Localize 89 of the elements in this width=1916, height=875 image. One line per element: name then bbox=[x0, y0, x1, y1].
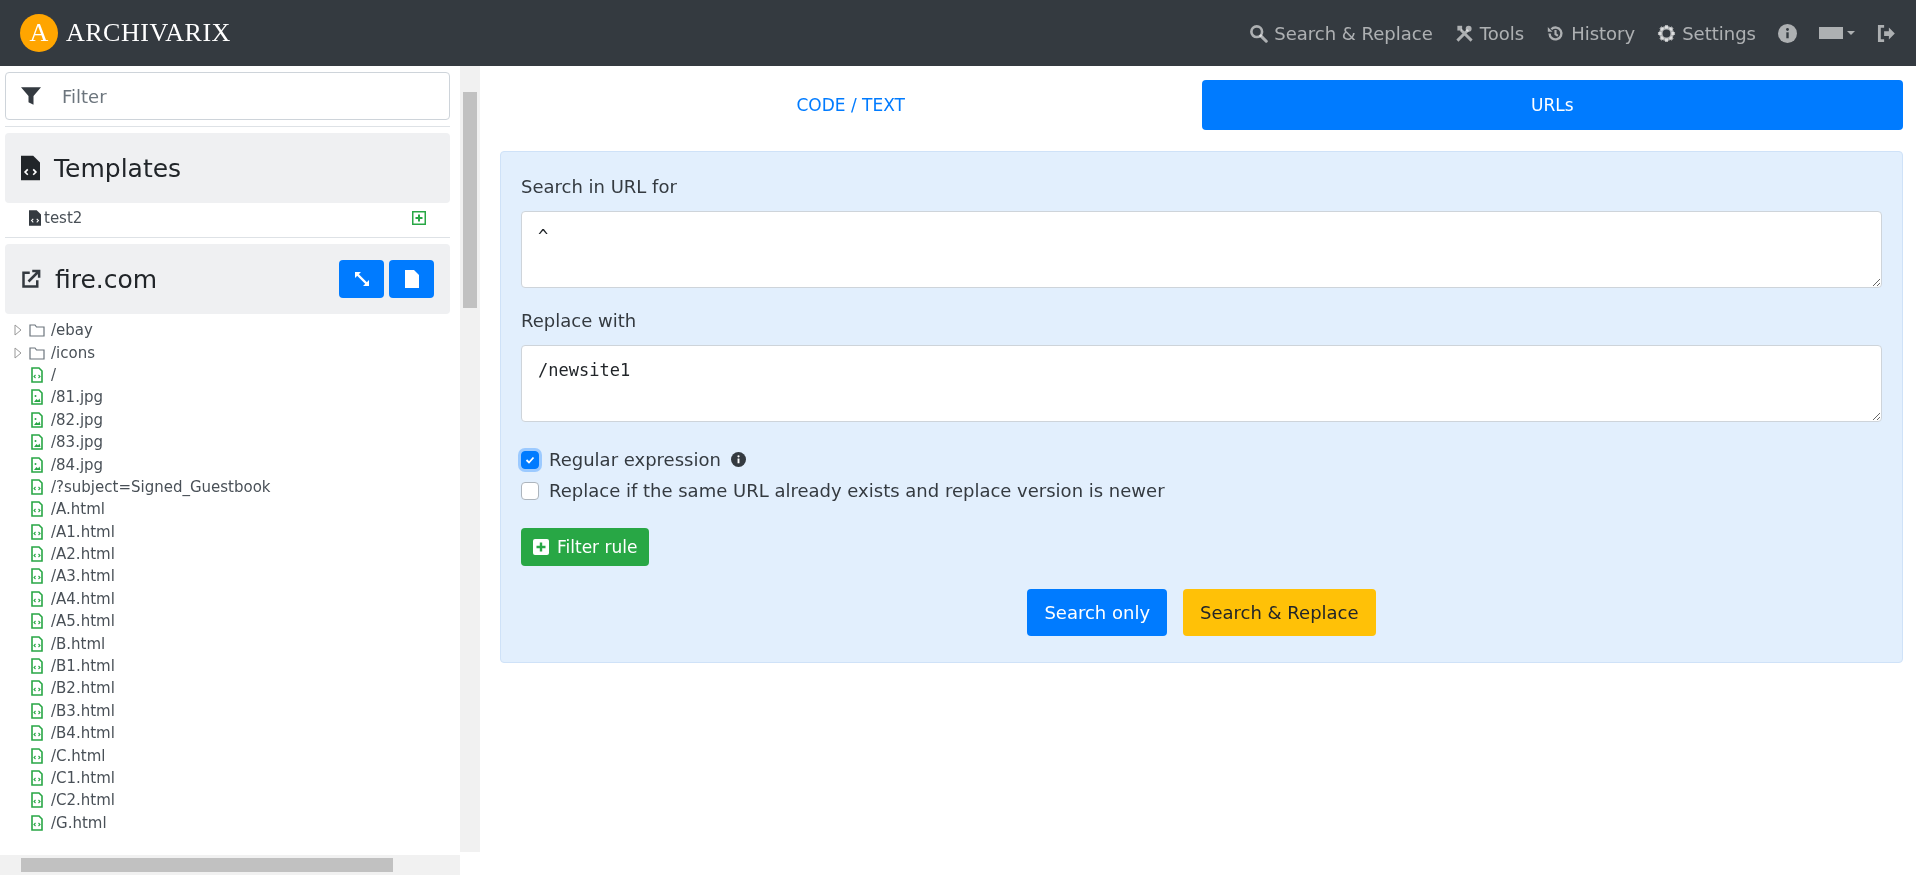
checkbox-label[interactable]: Regular expression bbox=[549, 449, 721, 470]
caret-right-icon[interactable] bbox=[13, 324, 23, 337]
nav-link[interactable]: Tools bbox=[1454, 22, 1525, 44]
search-field[interactable]: ^ bbox=[521, 211, 1882, 288]
tree-item[interactable]: /A3.html bbox=[51, 567, 115, 586]
tree-item[interactable]: /81.jpg bbox=[51, 388, 104, 407]
nav-link[interactable]: History bbox=[1546, 22, 1636, 44]
tree-item[interactable]: /A5.html bbox=[51, 612, 115, 631]
folder-icon bbox=[29, 322, 45, 339]
tree-item[interactable]: /C2.html bbox=[51, 791, 115, 810]
image-file-icon bbox=[29, 411, 45, 428]
tree-item[interactable]: /83.jpg bbox=[51, 433, 104, 452]
tree-item[interactable]: /A2.html bbox=[51, 545, 115, 564]
tree-item[interactable]: /A4.html bbox=[51, 589, 115, 608]
new-file-button[interactable] bbox=[389, 260, 434, 298]
folder-icon bbox=[29, 344, 45, 361]
code-file-icon bbox=[29, 725, 45, 742]
expand-button[interactable] bbox=[339, 260, 384, 298]
tree-item[interactable]: /ebay bbox=[51, 321, 93, 340]
replace-field[interactable]: /newsite1 bbox=[521, 345, 1882, 422]
tree-item[interactable]: /B1.html bbox=[51, 657, 115, 676]
external-link-icon bbox=[21, 269, 41, 289]
settings-icon bbox=[1657, 23, 1677, 43]
checkbox[interactable] bbox=[521, 481, 539, 500]
tree-item[interactable]: /84.jpg bbox=[51, 455, 104, 474]
expand-icon bbox=[353, 271, 370, 287]
file-icon bbox=[404, 270, 419, 288]
nav-link[interactable]: Search & Replace bbox=[1249, 22, 1433, 44]
tab[interactable]: URLs bbox=[1201, 80, 1903, 130]
code-file-icon bbox=[29, 792, 45, 809]
tree-item[interactable]: /C.html bbox=[51, 746, 106, 765]
caret-right-icon[interactable] bbox=[13, 346, 23, 359]
checkbox-label[interactable]: Replace if the same URL already exists and replace version is newer bbox=[549, 480, 1165, 501]
field-label: Replace with bbox=[521, 310, 638, 331]
search-icon bbox=[1249, 23, 1269, 43]
code-file-icon bbox=[29, 635, 45, 652]
code-file-icon bbox=[29, 658, 45, 675]
info-icon[interactable] bbox=[730, 452, 746, 467]
tree-item[interactable]: /A.html bbox=[51, 500, 105, 519]
tree-item[interactable]: /B2.html bbox=[51, 679, 115, 698]
tree-item[interactable]: /B.html bbox=[51, 634, 106, 653]
code-file-icon bbox=[21, 155, 40, 181]
section-title: Templates bbox=[54, 153, 182, 183]
code-file-icon bbox=[29, 366, 45, 383]
image-file-icon bbox=[29, 389, 45, 406]
code-file-icon bbox=[29, 770, 45, 786]
code-file-icon bbox=[29, 523, 45, 540]
tree-item[interactable]: /C1.html bbox=[51, 769, 115, 787]
horizontal-scrollbar[interactable] bbox=[0, 855, 460, 875]
vertical-scrollbar[interactable] bbox=[460, 66, 480, 852]
code-file-icon bbox=[29, 210, 41, 226]
nav-link[interactable]: Settings bbox=[1657, 22, 1756, 44]
history-icon bbox=[1546, 23, 1566, 43]
tree-item[interactable]: /?subject=Signed_Guestbook bbox=[51, 477, 271, 496]
template-item[interactable]: test2 bbox=[44, 209, 83, 227]
tree-item[interactable]: /B4.html bbox=[51, 724, 115, 743]
code-file-icon bbox=[29, 590, 45, 607]
tree-item[interactable]: /G.html bbox=[51, 813, 107, 832]
code-file-icon bbox=[29, 478, 45, 495]
tab[interactable]: CODE / TEXT bbox=[500, 80, 1202, 130]
search-button[interactable]: Search only bbox=[1027, 589, 1168, 636]
tree-item[interactable]: /icons bbox=[51, 343, 95, 362]
language-dropdown-icon[interactable] bbox=[1819, 25, 1855, 41]
add-icon bbox=[533, 539, 549, 555]
filter-field[interactable]: Filter bbox=[5, 72, 450, 120]
code-file-icon bbox=[29, 702, 45, 719]
info-icon[interactable] bbox=[1778, 23, 1797, 43]
tree-item[interactable]: /A1.html bbox=[51, 522, 115, 541]
tools-icon bbox=[1454, 23, 1474, 43]
code-file-icon bbox=[29, 546, 45, 563]
brand-name[interactable]: ARCHIVARIX bbox=[66, 18, 231, 48]
code-file-icon bbox=[29, 680, 45, 697]
code-file-icon bbox=[29, 747, 45, 764]
checkbox[interactable] bbox=[521, 450, 539, 469]
code-file-icon bbox=[29, 501, 45, 518]
tree-item[interactable]: / bbox=[51, 365, 57, 384]
code-file-icon bbox=[29, 814, 45, 831]
tree-item[interactable]: /82.jpg bbox=[51, 410, 104, 429]
field-label: Search in URL for bbox=[521, 176, 678, 197]
logout-icon[interactable] bbox=[1877, 23, 1896, 43]
image-file-icon bbox=[29, 434, 45, 451]
add-icon[interactable] bbox=[412, 211, 426, 225]
section-title: fire.com bbox=[55, 264, 158, 294]
code-file-icon bbox=[29, 568, 45, 585]
code-file-icon bbox=[29, 613, 45, 630]
check-icon bbox=[525, 454, 535, 465]
image-file-icon bbox=[29, 456, 45, 473]
search-replace-button[interactable]: Search & Replace bbox=[1183, 589, 1376, 636]
tree-item[interactable]: /B3.html bbox=[51, 701, 115, 720]
